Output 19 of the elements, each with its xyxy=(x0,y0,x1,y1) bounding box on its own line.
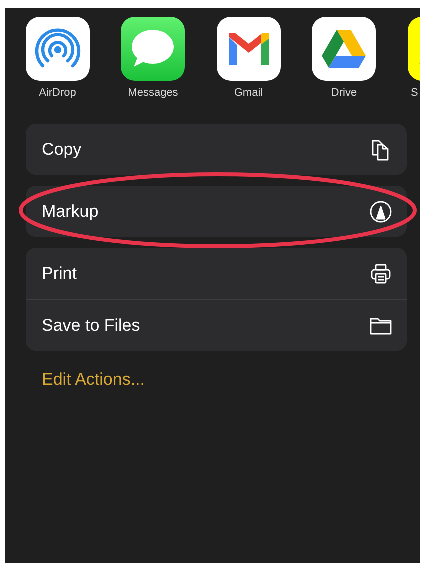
app-label[interactable]: Drive xyxy=(331,87,358,99)
action-row[interactable]: Copy xyxy=(26,124,407,175)
m-logo-icon xyxy=(216,17,281,81)
speech-bubble-icon xyxy=(121,17,186,81)
rings-icon xyxy=(26,17,90,81)
action-label: Save to Files xyxy=(42,316,140,336)
action-label: Markup xyxy=(42,202,99,222)
printer-icon xyxy=(369,262,393,286)
app-label[interactable]: Messages xyxy=(128,87,178,99)
action-label: Print xyxy=(42,264,77,284)
edit-actions-link[interactable]: Edit Actions... xyxy=(42,370,145,390)
app-label[interactable]: AirDrop xyxy=(39,87,76,99)
app-label[interactable]: S xyxy=(411,87,418,99)
action-label: Copy xyxy=(42,140,82,160)
triangle-logo-icon xyxy=(312,17,376,81)
app-label[interactable]: Gmail xyxy=(234,87,264,99)
pen-tip-icon xyxy=(369,200,393,224)
action-row[interactable]: Save to Files xyxy=(26,299,407,351)
action-row[interactable]: Print xyxy=(26,248,407,299)
